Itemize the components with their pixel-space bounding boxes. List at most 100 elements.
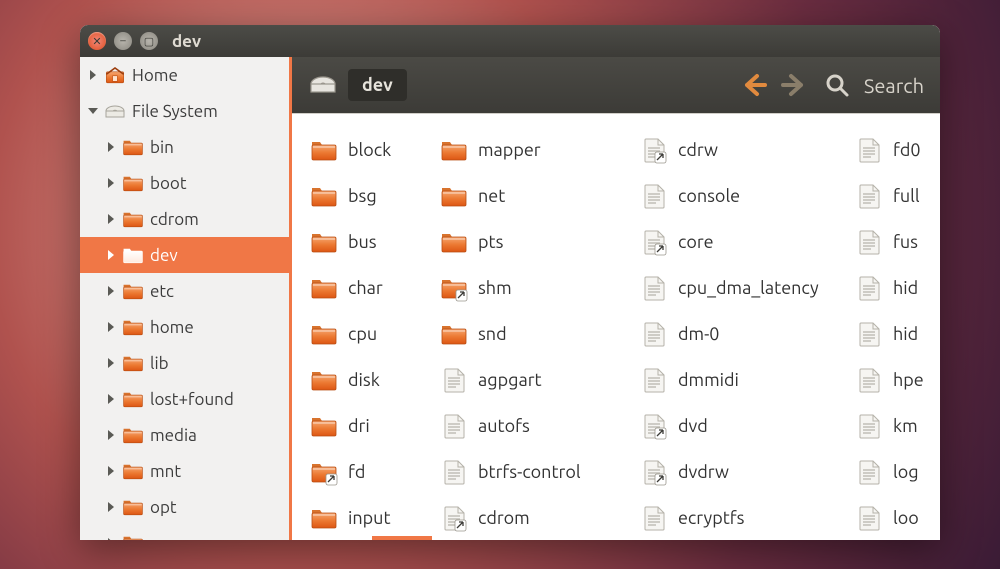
file-icon (855, 458, 883, 486)
disclosure-collapsed-icon[interactable] (104, 464, 118, 478)
window-close-button[interactable]: ✕ (88, 32, 106, 50)
folder-icon (310, 136, 338, 164)
file-item[interactable]: full (855, 178, 940, 214)
sidebar-item-label: cdrom (150, 210, 199, 229)
location-toolbar: dev Search (292, 57, 940, 113)
item-label: mapper (478, 140, 541, 160)
disclosure-collapsed-icon[interactable] (104, 140, 118, 154)
folder-item[interactable]: bus (310, 224, 440, 260)
file-icon (855, 228, 883, 256)
sidebar-item-lost+found[interactable]: lost+found (80, 381, 289, 417)
file-item[interactable]: fus (855, 224, 940, 260)
disclosure-collapsed-icon[interactable] (104, 284, 118, 298)
titlebar[interactable]: ✕ – ▢ dev (80, 25, 940, 57)
folder-item[interactable]: mapper (440, 132, 640, 168)
folder-icon (310, 274, 338, 302)
folder-item[interactable]: net (440, 178, 640, 214)
sidebar-item-opt[interactable]: opt (80, 489, 289, 525)
file-item[interactable]: km (855, 408, 940, 444)
nav-forward-button[interactable] (780, 70, 810, 100)
sidebar-item-etc[interactable]: etc (80, 273, 289, 309)
folder-item[interactable]: pts (440, 224, 640, 260)
sidebar-item-mnt[interactable]: mnt (80, 453, 289, 489)
disclosure-collapsed-icon[interactable] (104, 428, 118, 442)
disclosure-collapsed-icon[interactable] (104, 356, 118, 370)
horizontal-scrollbar-thumb[interactable] (372, 536, 432, 540)
item-label: core (678, 232, 714, 252)
file-item[interactable]: agpgart (440, 362, 640, 398)
search-icon[interactable] (822, 70, 852, 100)
folder-item[interactable]: input (310, 500, 440, 536)
window-minimize-button[interactable]: – (114, 32, 132, 50)
disclosure-expanded-icon[interactable] (86, 104, 100, 118)
item-label: bsg (348, 186, 377, 206)
window-title: dev (172, 32, 201, 51)
disclosure-collapsed-icon[interactable] (86, 68, 100, 82)
sidebar-item-boot[interactable]: boot (80, 165, 289, 201)
sidebar-item-media[interactable]: media (80, 417, 289, 453)
file-item[interactable]: cdrw (640, 132, 855, 168)
search-label[interactable]: Search (864, 74, 924, 97)
window-maximize-button[interactable]: ▢ (140, 32, 158, 50)
disclosure-collapsed-icon[interactable] (104, 392, 118, 406)
sidebar-item-home[interactable]: Home (80, 57, 289, 93)
file-item[interactable]: autofs (440, 408, 640, 444)
item-label: dvdrw (678, 462, 729, 482)
folder-item[interactable]: snd (440, 316, 640, 352)
path-segment-button[interactable]: dev (348, 69, 407, 101)
sidebar-item-bin[interactable]: bin (80, 129, 289, 165)
file-item[interactable]: btrfs-control (440, 454, 640, 490)
disclosure-collapsed-icon[interactable] (104, 176, 118, 190)
item-label: hid (893, 278, 918, 298)
file-item[interactable]: cdrom (440, 500, 640, 536)
folder-item[interactable]: disk (310, 362, 440, 398)
file-item[interactable]: dvd (640, 408, 855, 444)
file-icon (855, 412, 883, 440)
file-item[interactable]: hid (855, 270, 940, 306)
folder-item[interactable]: char (310, 270, 440, 306)
sidebar-item-home[interactable]: home (80, 309, 289, 345)
folder-item[interactable]: bsg (310, 178, 440, 214)
sidebar-item-proc[interactable]: proc (80, 525, 289, 540)
sidebar-tree[interactable]: Home File System binbootcdromdevetchomel… (80, 57, 292, 540)
file-item[interactable]: hpe (855, 362, 940, 398)
file-item[interactable]: hid (855, 316, 940, 352)
sidebar-item-cdrom[interactable]: cdrom (80, 201, 289, 237)
folder-item[interactable]: shm (440, 270, 640, 306)
nav-back-button[interactable] (738, 70, 768, 100)
folder-icon (310, 366, 338, 394)
file-item[interactable]: core (640, 224, 855, 260)
disclosure-collapsed-icon[interactable] (104, 212, 118, 226)
file-icon-view[interactable]: block bsg bus char cpu disk dri fd input mapper ne… (292, 113, 940, 540)
file-item[interactable]: ecryptfs (640, 500, 855, 536)
file-item[interactable]: dmmidi (640, 362, 855, 398)
folder-icon (440, 320, 468, 348)
file-item[interactable]: dvdrw (640, 454, 855, 490)
file-icon (640, 366, 668, 394)
file-icon (640, 458, 668, 486)
file-icon (855, 274, 883, 302)
sidebar-item-label: opt (150, 498, 177, 517)
folder-item[interactable]: fd (310, 454, 440, 490)
file-item[interactable]: dm-0 (640, 316, 855, 352)
disclosure-collapsed-icon[interactable] (104, 500, 118, 514)
file-item[interactable]: log (855, 454, 940, 490)
item-label: cpu (348, 324, 377, 344)
file-icon (855, 182, 883, 210)
item-label: km (893, 416, 918, 436)
sidebar-item-dev[interactable]: dev (80, 237, 289, 273)
file-item[interactable]: loo (855, 500, 940, 536)
sidebar-item-lib[interactable]: lib (80, 345, 289, 381)
file-item[interactable]: console (640, 178, 855, 214)
folder-item[interactable]: block (310, 132, 440, 168)
disclosure-collapsed-icon[interactable] (104, 320, 118, 334)
disclosure-collapsed-icon[interactable] (104, 536, 118, 540)
folder-item[interactable]: cpu (310, 316, 440, 352)
sidebar-item-filesystem[interactable]: File System (80, 93, 289, 129)
folder-icon (122, 533, 144, 540)
disclosure-collapsed-icon[interactable] (104, 248, 118, 262)
file-item[interactable]: fd0 (855, 132, 940, 168)
folder-item[interactable]: dri (310, 408, 440, 444)
file-item[interactable]: cpu_dma_latency (640, 270, 855, 306)
file-icon (855, 504, 883, 532)
